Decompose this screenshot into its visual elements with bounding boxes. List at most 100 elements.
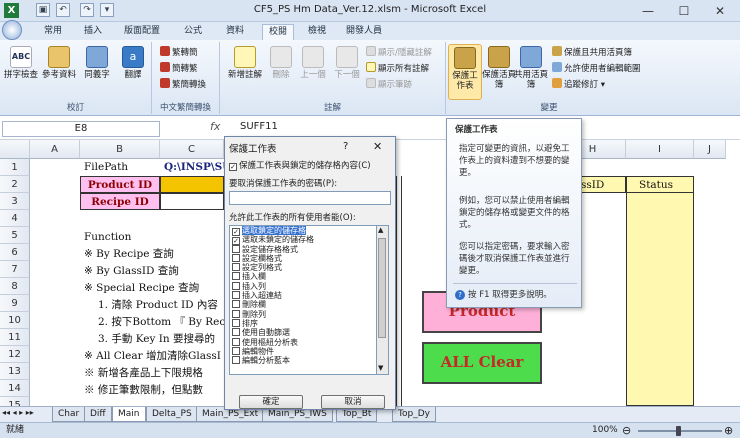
dialog-help-button[interactable]: ? [343,141,348,152]
permission-item[interactable]: 刪除欄 [230,300,376,309]
column-header-b[interactable]: B [80,140,160,159]
next-comment-button[interactable]: 下一個 [330,46,364,80]
tab-view[interactable]: 檢視 [302,24,332,40]
previous-comment-button[interactable]: 上一個 [296,46,330,80]
spelling-button[interactable]: ABC 拼字檢查 [4,46,38,80]
status-column-body[interactable] [626,193,694,406]
sheet-tab[interactable]: Char [52,407,86,422]
row-header[interactable]: 13 [0,363,30,380]
row-header[interactable]: 5 [0,227,30,244]
row-header[interactable]: 10 [0,312,30,329]
cell-header-status[interactable]: Status [626,176,694,193]
cell-product-id-input[interactable] [160,176,224,193]
permission-item[interactable]: 刪除列 [230,309,376,319]
cell-note-6[interactable]: 3. 手動 Key In 要搜尋的 [98,331,215,348]
permission-item[interactable]: 插入列 [230,281,376,291]
cell-note-5[interactable]: 2. 按下Bottom 『 By Rec [98,314,225,331]
checkbox-icon[interactable] [232,253,240,262]
permission-item[interactable]: ✓ 選取未鎖定的儲存格 [230,235,376,246]
checkbox-icon[interactable] [232,291,240,300]
formula-input[interactable]: SUFF11 [240,121,278,132]
zoom-level[interactable]: 100% [592,423,618,438]
office-button[interactable] [2,20,22,40]
row-header[interactable]: 14 [0,380,30,397]
row-header[interactable]: 3 [0,193,30,210]
dialog-cancel-button[interactable]: 取消 [321,395,385,409]
cell-note-7[interactable]: ※ All Clear 增加清除GlassI [84,348,221,365]
to-traditional-button[interactable]: 繁轉簡 [160,46,198,59]
column-header-a[interactable]: A [30,140,80,159]
cell-note-1[interactable]: ※ By Recipe 查詢 [84,246,174,263]
permission-item[interactable]: 使用樞紐分析表 [230,337,376,347]
checkbox-icon[interactable] [232,337,240,346]
tab-page-layout[interactable]: 版面配置 [118,24,166,40]
scroll-up-icon[interactable]: ▲ [378,226,383,234]
zoom-in-icon[interactable]: ⊕ [724,423,733,438]
column-header-c[interactable]: C [160,140,224,159]
checkbox-icon[interactable] [232,318,240,327]
minimize-button[interactable]: — [630,0,666,22]
permission-item[interactable]: 編輯物件 [230,346,376,356]
to-simplified-button[interactable]: 簡轉繁 [160,62,198,75]
cell-recipe-id[interactable]: Recipe ID [80,193,160,210]
checkbox-icon[interactable] [232,356,240,365]
password-input[interactable] [229,191,391,205]
cell-note-8[interactable]: ※ 新增各產品上下限規格 [84,365,203,382]
show-all-comments-button[interactable]: 顯示所有註解 [366,62,429,75]
name-box[interactable]: E8 [2,121,160,137]
column-header-j[interactable]: J [694,140,726,159]
sheet-tab[interactable]: Diff [84,407,112,422]
zoom-slider-thumb[interactable] [676,426,681,436]
sheet-nav-icon[interactable]: ◂◂ ◂ ▸ ▸▸ [2,408,34,417]
permission-item[interactable]: 設定儲存格格式 [230,244,376,254]
translate-button[interactable]: a 翻譯 [116,46,150,80]
permissions-scrollbar[interactable]: ▲ ▼ [377,225,389,375]
row-header[interactable]: 9 [0,295,30,312]
row-header[interactable]: 11 [0,329,30,346]
new-comment-button[interactable]: 新增註解 [224,46,266,80]
checkbox-icon[interactable] [232,272,240,281]
row-header[interactable]: 12 [0,346,30,363]
select-all-corner[interactable] [0,140,30,159]
checkbox-icon[interactable] [232,263,240,272]
research-button[interactable]: 參考資料 [42,46,76,80]
permission-item[interactable]: 使用自動篩選 [230,328,376,337]
scroll-down-icon[interactable]: ▼ [378,364,383,372]
row-header[interactable]: 1 [0,159,30,176]
scroll-thumb[interactable] [378,238,386,338]
sheet-tab[interactable]: Delta_PS [146,407,198,422]
protect-workbook-button[interactable]: 保護活頁簿 [482,46,516,90]
show-ink-button[interactable]: 顯示筆跡 [366,78,412,91]
delete-comment-button[interactable]: 刪除 [264,46,298,80]
insert-function-icon[interactable]: fx [210,120,220,133]
cell-note-2[interactable]: ※ By GlassID 查詢 [84,263,179,280]
tab-review[interactable]: 校閱 [262,24,295,40]
cell-note-3[interactable]: ※ Special Recipe 查詢 [84,280,199,297]
row-header[interactable]: 6 [0,244,30,261]
permission-item[interactable]: 插入欄 [230,272,376,281]
cell-filepath-value[interactable]: Q:\INSP\SU [164,159,231,176]
row-header[interactable]: 2 [0,176,30,193]
tab-home[interactable]: 常用 [38,24,68,40]
allow-edit-ranges-button[interactable]: 允許使用者編輯範圍 [552,62,641,75]
cell-product-id[interactable]: Product ID [80,176,160,193]
row-header[interactable]: 4 [0,210,30,227]
permission-item[interactable]: 排序 [230,318,376,328]
maximize-button[interactable]: ☐ [666,0,702,22]
share-workbook-button[interactable]: 共用活頁簿 [514,46,548,90]
protect-contents-checkbox[interactable]: ✓ 保護工作表與鎖定的儲存格內容(C) [229,159,371,171]
cell-note-9[interactable]: ※ 修正筆數限制，但點數 [84,382,203,399]
dialog-close-button[interactable]: ✕ [373,140,382,153]
sheet-tab[interactable]: Top_Dy [392,407,436,422]
tab-data[interactable]: 資料 [220,24,250,40]
row-header[interactable]: 8 [0,278,30,295]
permission-item[interactable]: 編輯分析藍本 [230,356,376,365]
tab-insert[interactable]: 插入 [78,24,108,40]
checkbox-icon[interactable] [232,244,240,253]
cell-function-title[interactable]: Function [84,229,131,246]
column-header-i[interactable]: I [626,140,694,159]
convert-button[interactable]: 繁簡轉換 [160,78,206,91]
checkbox-icon[interactable] [232,300,240,309]
checkbox-icon[interactable] [232,328,240,337]
all-clear-button[interactable]: ALL Clear [422,342,542,384]
